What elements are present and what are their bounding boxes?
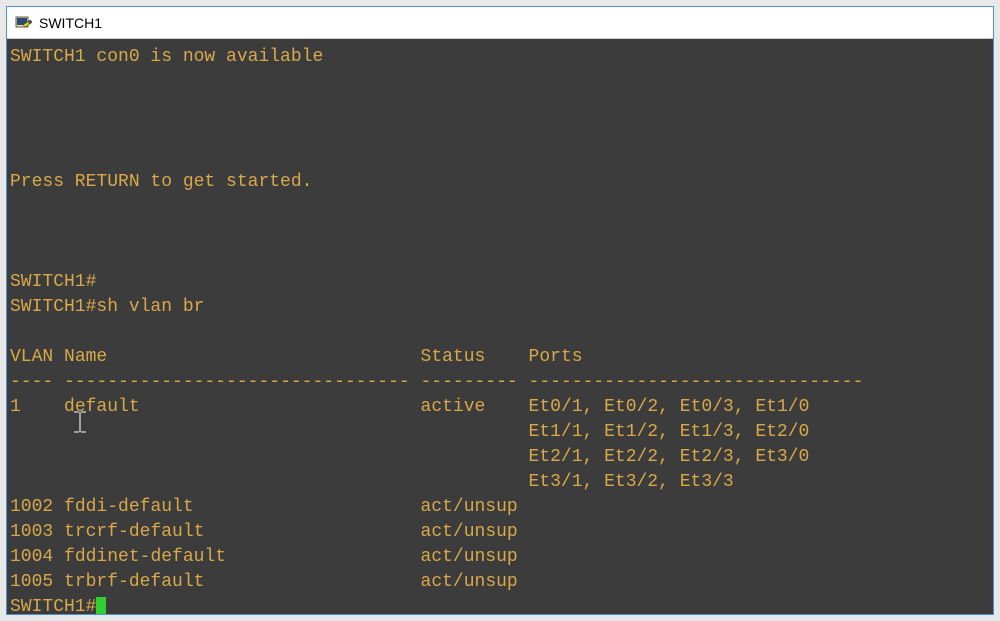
titlebar[interactable]: SWITCH1 bbox=[7, 7, 993, 39]
terminal-cursor bbox=[96, 597, 106, 614]
table-row: 1004 fddinet-default act/unsup bbox=[10, 547, 518, 567]
press-return-line: Press RETURN to get started. bbox=[10, 172, 312, 192]
table-row: 1 default active Et0/1, Et0/2, Et0/3, Et… bbox=[10, 397, 809, 417]
table-row: 1002 fddi-default act/unsup bbox=[10, 497, 518, 517]
command-text: sh vlan br bbox=[96, 297, 204, 317]
putty-icon bbox=[15, 14, 33, 32]
terminal-window: SWITCH1 SWITCH1 con0 is now available Pr… bbox=[6, 6, 994, 615]
terminal-output[interactable]: SWITCH1 con0 is now available Press RETU… bbox=[7, 39, 993, 614]
prompt-empty: SWITCH1# bbox=[10, 272, 96, 292]
prompt-cmd: SWITCH1#sh vlan br bbox=[10, 297, 204, 317]
final-prompt: SWITCH1# bbox=[10, 597, 96, 614]
vlan-header-line: VLAN Name Status Ports bbox=[10, 347, 583, 367]
window-title: SWITCH1 bbox=[39, 15, 102, 31]
table-row: 1005 trbrf-default act/unsup bbox=[10, 572, 518, 592]
separator-line: ---- -------------------------------- --… bbox=[10, 372, 863, 392]
table-row: 1003 trcrf-default act/unsup bbox=[10, 522, 518, 542]
banner-line: SWITCH1 con0 is now available bbox=[10, 47, 323, 67]
